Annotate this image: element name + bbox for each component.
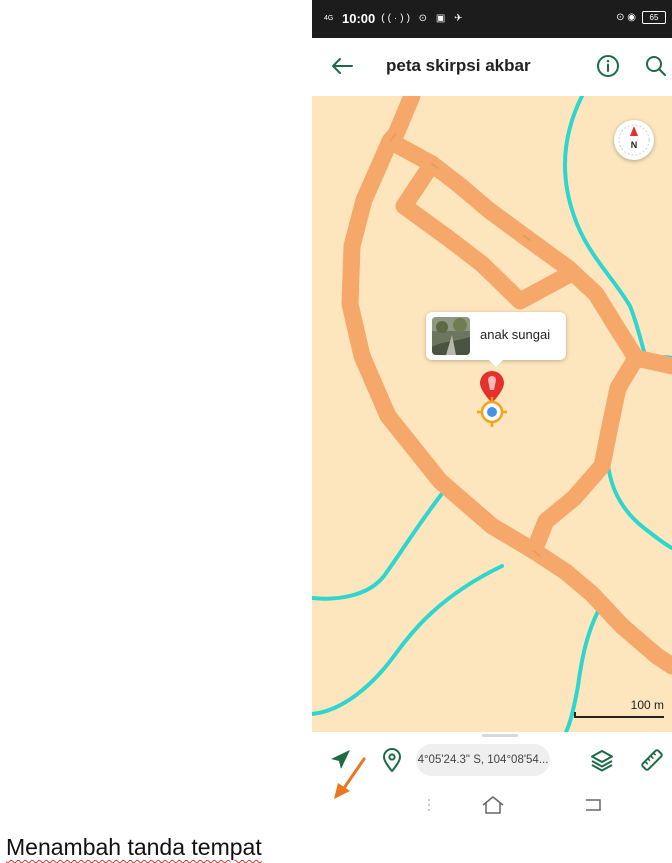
layers-icon[interactable] bbox=[588, 746, 616, 774]
roads bbox=[341, 96, 672, 675]
annotation-arrow-icon bbox=[334, 757, 366, 799]
coordinates-chip[interactable]: 4°05'24.3" S, 104°08'54... bbox=[416, 744, 550, 776]
location-pin-icon[interactable] bbox=[378, 746, 406, 774]
phone-screen: 4G 10:00 ((·)) ⊙ ▣ ✈ ⊙ ◉ 65 peta skirpsi… bbox=[312, 0, 672, 822]
system-back-icon[interactable] bbox=[583, 797, 603, 818]
status-system-icons: ⊙ ◉ bbox=[616, 12, 636, 23]
search-icon[interactable] bbox=[642, 52, 670, 80]
status-bar: 4G 10:00 ((·)) ⊙ ▣ ✈ ⊙ ◉ 65 bbox=[312, 0, 672, 38]
map-view[interactable]: N anak sungai 100 m bbox=[312, 96, 672, 732]
current-location-crosshair-icon bbox=[476, 396, 508, 433]
sheet-drag-handle[interactable] bbox=[482, 734, 518, 737]
map-scale-bar bbox=[574, 712, 664, 718]
map-scale: 100 m bbox=[574, 694, 664, 722]
marker-popup[interactable]: anak sungai bbox=[426, 312, 566, 367]
measure-ruler-icon[interactable] bbox=[638, 746, 666, 774]
info-icon[interactable] bbox=[594, 52, 622, 80]
page-title: peta skirpsi akbar bbox=[386, 56, 531, 75]
popup-tail bbox=[489, 360, 503, 367]
marker-photo-thumbnail bbox=[432, 317, 470, 355]
marker-popup-label: anak sungai bbox=[480, 327, 551, 342]
compass-label: N bbox=[630, 140, 638, 150]
caption-text: Menambah tanda tempat bbox=[6, 834, 262, 860]
battery-icon: 65 bbox=[642, 11, 666, 24]
recent-apps-icon[interactable] bbox=[426, 798, 432, 815]
map-scale-label: 100 m bbox=[630, 698, 664, 712]
home-icon[interactable] bbox=[480, 794, 506, 821]
status-bar-right: ⊙ ◉ 65 bbox=[616, 11, 666, 24]
network-indicator: 4G bbox=[324, 15, 334, 22]
status-notification-icons: ((·)) ⊙ ▣ ✈ bbox=[381, 13, 466, 24]
compass-button[interactable]: N bbox=[614, 120, 654, 160]
status-bar-left: 4G 10:00 ((·)) ⊙ ▣ ✈ bbox=[324, 11, 465, 26]
app-bar: peta skirpsi akbar bbox=[312, 38, 672, 96]
back-arrow-icon[interactable] bbox=[326, 50, 358, 82]
status-time: 10:00 bbox=[342, 11, 376, 26]
